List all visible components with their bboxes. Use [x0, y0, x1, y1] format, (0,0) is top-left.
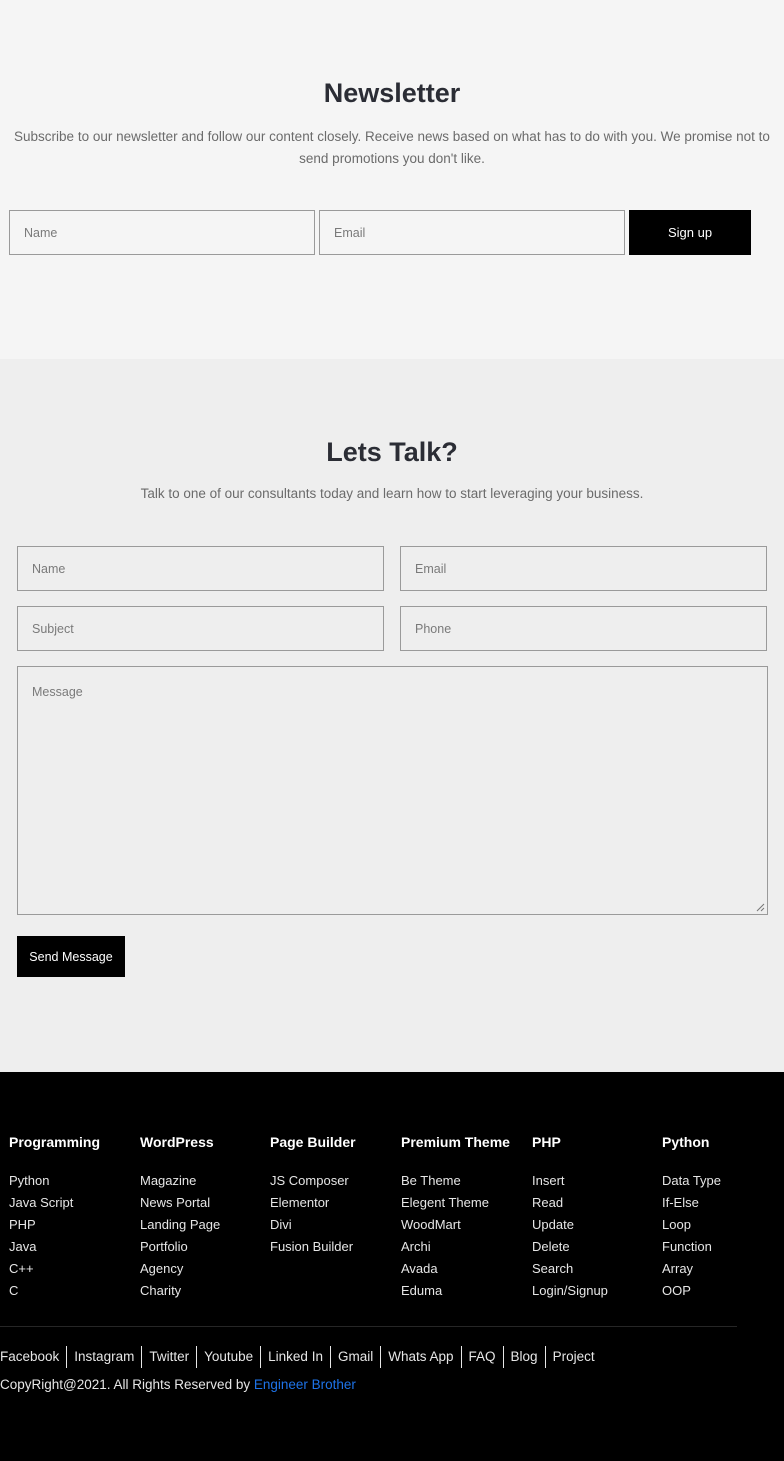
faq-link[interactable]: FAQ — [460, 1346, 503, 1368]
footer-link[interactable]: Read — [532, 1192, 608, 1214]
footer-column-heading: PHP — [532, 1134, 561, 1150]
resize-grip-icon[interactable] — [756, 903, 765, 912]
footer-link[interactable]: C++ — [9, 1258, 100, 1280]
footer-link[interactable]: Archi — [401, 1236, 510, 1258]
newsletter-name-placeholder: Name — [24, 225, 58, 240]
gmail-link[interactable]: Gmail — [329, 1346, 380, 1368]
linkedin-link[interactable]: Linked In — [260, 1346, 330, 1368]
footer-column-heading: Programming — [9, 1134, 101, 1150]
contact-name-placeholder: Name — [32, 561, 66, 576]
footer-column-wordpress: WordPress Magazine News Portal Landing P… — [140, 1134, 220, 1302]
footer-link[interactable]: Charity — [140, 1280, 220, 1302]
footer-link[interactable]: Be Theme — [401, 1170, 510, 1192]
footer-column-heading: WordPress — [140, 1134, 214, 1150]
newsletter-description: Subscribe to our newsletter and follow o… — [14, 129, 770, 166]
youtube-link[interactable]: Youtube — [196, 1346, 260, 1368]
footer-link[interactable]: Search — [532, 1258, 608, 1280]
footer-column-page-builder: Page Builder JS Composer Elementor Divi … — [270, 1134, 356, 1258]
whatsapp-link[interactable]: Whats App — [380, 1346, 460, 1368]
footer-column-premium-theme: Premium Theme Be Theme Elegent Theme Woo… — [401, 1134, 510, 1302]
contact-message-textarea[interactable]: Message — [17, 666, 768, 915]
instagram-link[interactable]: Instagram — [66, 1346, 141, 1368]
footer-link[interactable]: News Portal — [140, 1192, 220, 1214]
send-message-button[interactable]: Send Message — [17, 936, 125, 977]
brand-link[interactable]: Engineer Brother — [254, 1377, 356, 1392]
contact-message-placeholder: Message — [32, 685, 83, 699]
footer-link[interactable]: Avada — [401, 1258, 510, 1280]
footer-social-links: Facebook Instagram Twitter Youtube Linke… — [0, 1346, 602, 1368]
contact-name-input[interactable]: Name — [17, 546, 384, 591]
blog-link[interactable]: Blog — [502, 1346, 545, 1368]
footer-link[interactable]: Landing Page — [140, 1214, 220, 1236]
newsletter-email-placeholder: Email — [334, 225, 366, 240]
footer-link[interactable]: JS Composer — [270, 1170, 356, 1192]
footer-column-python: Python Data Type If-Else Loop Function A… — [662, 1134, 721, 1302]
contact-phone-placeholder: Phone — [415, 621, 452, 636]
contact-section: Lets Talk? Talk to one of our consultant… — [0, 359, 784, 1072]
footer-link[interactable]: Delete — [532, 1236, 608, 1258]
footer-link[interactable]: Portfolio — [140, 1236, 220, 1258]
footer-link[interactable]: C — [9, 1280, 100, 1302]
footer-link[interactable]: If-Else — [662, 1192, 721, 1214]
facebook-link[interactable]: Facebook — [0, 1346, 66, 1368]
footer-link[interactable]: Array — [662, 1258, 721, 1280]
twitter-link[interactable]: Twitter — [141, 1346, 196, 1368]
footer-link[interactable]: Login/Signup — [532, 1280, 608, 1302]
newsletter-title: Newsletter — [323, 78, 461, 108]
newsletter-section: Newsletter Subscribe to our newsletter a… — [0, 0, 784, 359]
footer-column-heading: Python — [662, 1134, 710, 1150]
footer-link[interactable]: Fusion Builder — [270, 1236, 356, 1258]
footer-divider — [0, 1326, 737, 1327]
footer-link[interactable]: PHP — [9, 1214, 100, 1236]
copyright-text: CopyRight@2021. All Rights Reserved by — [0, 1377, 251, 1392]
footer-column-heading: Page Builder — [270, 1134, 356, 1150]
newsletter-name-input[interactable]: Name — [9, 210, 315, 255]
contact-phone-input[interactable]: Phone — [400, 606, 767, 651]
contact-title: Lets Talk? — [326, 437, 458, 467]
footer-column-programming: Programming Python Java Script PHP Java … — [9, 1134, 100, 1302]
copyright: CopyRight@2021. All Rights Reserved by E… — [0, 1377, 356, 1392]
footer-link[interactable]: OOP — [662, 1280, 721, 1302]
footer-link[interactable]: Update — [532, 1214, 608, 1236]
newsletter-email-input[interactable]: Email — [319, 210, 625, 255]
footer-link[interactable]: Python — [9, 1170, 100, 1192]
footer-link[interactable]: Data Type — [662, 1170, 721, 1192]
footer-link[interactable]: Agency — [140, 1258, 220, 1280]
contact-description: Talk to one of our consultants today and… — [140, 486, 644, 501]
footer-link[interactable]: Eduma — [401, 1280, 510, 1302]
footer-link[interactable]: Java — [9, 1236, 100, 1258]
contact-subject-input[interactable]: Subject — [17, 606, 384, 651]
footer-link[interactable]: Java Script — [9, 1192, 100, 1214]
contact-email-placeholder: Email — [415, 561, 447, 576]
contact-subject-placeholder: Subject — [32, 621, 74, 636]
footer-link[interactable]: Divi — [270, 1214, 356, 1236]
footer-link[interactable]: Loop — [662, 1214, 721, 1236]
footer: Programming Python Java Script PHP Java … — [0, 1072, 784, 1461]
footer-link[interactable]: Elementor — [270, 1192, 356, 1214]
footer-link[interactable]: WoodMart — [401, 1214, 510, 1236]
footer-link[interactable]: Elegent Theme — [401, 1192, 510, 1214]
footer-link[interactable]: Function — [662, 1236, 721, 1258]
sign-up-button[interactable]: Sign up — [629, 210, 751, 255]
footer-column-heading: Premium Theme — [401, 1134, 510, 1150]
footer-link[interactable]: Magazine — [140, 1170, 220, 1192]
project-link[interactable]: Project — [544, 1346, 602, 1368]
contact-email-input[interactable]: Email — [400, 546, 767, 591]
footer-link[interactable]: Insert — [532, 1170, 608, 1192]
footer-column-php: PHP Insert Read Update Delete Search Log… — [532, 1134, 608, 1302]
